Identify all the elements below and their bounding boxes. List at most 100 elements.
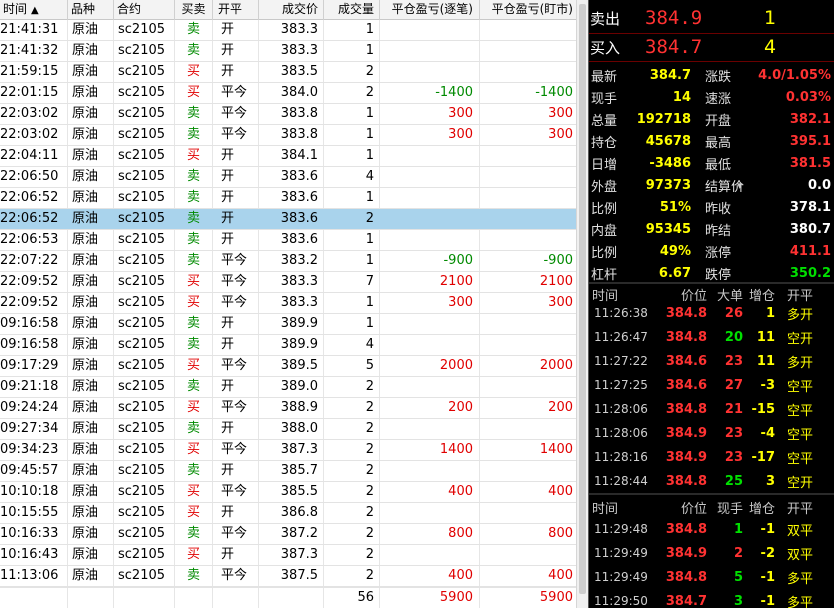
table-row[interactable]: 09:17:29 原油 sc2105 买平今 389.5 5 2000 2000 bbox=[0, 356, 588, 377]
cell-pnl-trade bbox=[380, 545, 480, 565]
ticks_small-row: 11:29:49 384.8 5 -1 多平 bbox=[589, 565, 834, 589]
cell-pnl-mark: 2000 bbox=[480, 356, 580, 376]
cell-pnl-trade bbox=[380, 461, 480, 481]
cell-contract: sc2105 bbox=[114, 356, 175, 376]
ticks_big-cell-p: 384.8 bbox=[665, 305, 707, 321]
cell-offset: 平今 bbox=[213, 104, 259, 124]
cell-volume: 2 bbox=[324, 566, 380, 586]
ticks_big-cell-k: 空平 bbox=[786, 451, 813, 467]
table-row[interactable]: 22:01:15 原油 sc2105 买平今 384.0 2 -1400 -1400 bbox=[0, 83, 588, 104]
cell-pnl-mark: -1400 bbox=[480, 83, 580, 103]
stat-value: 192718 bbox=[636, 111, 691, 127]
cell-time: 22:06:52 bbox=[0, 209, 68, 229]
cell-pnl-mark: 400 bbox=[480, 482, 580, 502]
stat-value: 382.1 bbox=[789, 111, 831, 127]
cell-pnl-trade: 1400 bbox=[380, 440, 480, 460]
ticks_big-cell-k: 空开 bbox=[786, 475, 813, 491]
cell-pnl-mark: 1400 bbox=[480, 440, 580, 460]
cell-volume: 1 bbox=[324, 251, 380, 271]
table-row[interactable]: 21:59:15 原油 sc2105 买开 383.5 2 bbox=[0, 62, 588, 83]
col-price-header[interactable]: 成交价 bbox=[259, 0, 324, 20]
cell-pnl-mark: 200 bbox=[480, 398, 580, 418]
table-row[interactable]: 09:27:34 原油 sc2105 卖开 388.0 2 bbox=[0, 419, 588, 440]
col-pnl-mark-header[interactable]: 平仓盈亏(盯市) bbox=[480, 0, 580, 20]
table-row[interactable]: 09:45:57 原油 sc2105 卖开 385.7 2 bbox=[0, 461, 588, 482]
stat-label: 持仓 bbox=[591, 135, 618, 151]
table-row[interactable]: 22:03:02 原油 sc2105 卖平今 383.8 1 300 300 bbox=[0, 125, 588, 146]
stat-label: 速涨 bbox=[705, 91, 732, 107]
table-row[interactable]: 09:16:58 原油 sc2105 卖开 389.9 4 bbox=[0, 335, 588, 356]
table-row[interactable]: 21:41:31 原油 sc2105 卖开 383.3 1 bbox=[0, 20, 588, 41]
cell-time: 09:16:58 bbox=[0, 335, 68, 355]
cell-pnl-trade: -900 bbox=[380, 251, 480, 271]
ticks_big-cell-z: 3 bbox=[765, 473, 775, 489]
cell-pnl-trade bbox=[380, 146, 480, 166]
cell-time: 10:16:33 bbox=[0, 524, 68, 544]
stat-label: 涨停 bbox=[705, 245, 732, 261]
cell-volume: 2 bbox=[324, 482, 380, 502]
cell-time: 22:06:53 bbox=[0, 230, 68, 250]
table-row[interactable]: 22:09:52 原油 sc2105 买平今 383.3 1 300 300 bbox=[0, 293, 588, 314]
col-product-header[interactable]: 品种 bbox=[68, 0, 114, 20]
cell-offset: 平今 bbox=[213, 272, 259, 292]
table-row[interactable]: 09:21:18 原油 sc2105 卖开 389.0 2 bbox=[0, 377, 588, 398]
cell-volume: 2 bbox=[324, 209, 380, 229]
cell-offset: 开 bbox=[213, 188, 259, 208]
table-row[interactable]: 09:34:23 原油 sc2105 买平今 387.3 2 1400 1400 bbox=[0, 440, 588, 461]
table-row[interactable]: 22:06:52 原油 sc2105 卖开 383.6 2 bbox=[0, 209, 588, 230]
cell-contract: sc2105 bbox=[114, 83, 175, 103]
settle-price-dropdown-icon[interactable]: ▾ bbox=[737, 179, 751, 192]
cell-pnl-mark bbox=[480, 503, 580, 523]
ticks_big-row: 11:28:06 384.9 23 -4 空平 bbox=[589, 421, 834, 445]
stat-value: 378.1 bbox=[789, 199, 831, 215]
scrollbar-thumb[interactable] bbox=[579, 4, 586, 594]
col-pnl-trade-header[interactable]: 平仓盈亏(逐笔) bbox=[380, 0, 480, 20]
cell-pnl-trade bbox=[380, 188, 480, 208]
table-row[interactable]: 22:06:52 原油 sc2105 卖开 383.6 1 bbox=[0, 188, 588, 209]
stat-row: 比例 49% 涨停 411.1 bbox=[589, 239, 834, 263]
cell-offset: 开 bbox=[213, 209, 259, 229]
table-row[interactable]: 10:10:18 原油 sc2105 买平今 385.5 2 400 400 bbox=[0, 482, 588, 503]
col-offset-header[interactable]: 开平 bbox=[213, 0, 259, 20]
table-row[interactable]: 09:24:24 原油 sc2105 买平今 388.9 2 200 200 bbox=[0, 398, 588, 419]
vertical-scrollbar[interactable] bbox=[576, 0, 588, 608]
cell-pnl-trade bbox=[380, 377, 480, 397]
cell-pnl-trade bbox=[380, 167, 480, 187]
cell-time: 22:04:11 bbox=[0, 146, 68, 166]
table-row[interactable]: 22:06:50 原油 sc2105 卖开 383.6 4 bbox=[0, 167, 588, 188]
table-row[interactable]: 22:03:02 原油 sc2105 卖平今 383.8 1 300 300 bbox=[0, 104, 588, 125]
table-row[interactable]: 09:16:58 原油 sc2105 卖开 389.9 1 bbox=[0, 314, 588, 335]
cell-side: 买 bbox=[175, 83, 213, 103]
cell-product: 原油 bbox=[68, 41, 114, 61]
col-volume-header[interactable]: 成交量 bbox=[324, 0, 380, 20]
cell-time: 10:15:55 bbox=[0, 503, 68, 523]
cell-time: 09:21:18 bbox=[0, 377, 68, 397]
cell-contract: sc2105 bbox=[114, 419, 175, 439]
cell-time: 09:16:58 bbox=[0, 314, 68, 334]
table-row[interactable]: 21:41:32 原油 sc2105 卖开 383.3 1 bbox=[0, 41, 588, 62]
cell-volume: 2 bbox=[324, 503, 380, 523]
table-row[interactable]: 22:06:53 原油 sc2105 卖开 383.6 1 bbox=[0, 230, 588, 251]
col-contract-header[interactable]: 合约 bbox=[114, 0, 175, 20]
stat-row: 内盘 95345 昨结 380.7 bbox=[589, 217, 834, 241]
cell-side: 卖 bbox=[175, 209, 213, 229]
ticks_big-cell-p: 384.9 bbox=[665, 425, 707, 441]
col-side-header[interactable]: 买卖 bbox=[175, 0, 213, 20]
cell-contract: sc2105 bbox=[114, 482, 175, 502]
ticks_big-cell-p: 384.8 bbox=[665, 401, 707, 417]
table-row[interactable]: 22:04:11 原油 sc2105 买开 384.1 1 bbox=[0, 146, 588, 167]
ticks_small-cell-t: 11:29:48 bbox=[594, 522, 648, 536]
ticks_small-row: 11:29:49 384.9 2 -2 双平 bbox=[589, 541, 834, 565]
ticks_big-cell-t: 11:27:22 bbox=[594, 354, 648, 368]
table-row[interactable]: 10:16:43 原油 sc2105 买开 387.3 2 bbox=[0, 545, 588, 566]
col-time-header[interactable]: 时间 ▲ bbox=[0, 0, 68, 20]
table-row[interactable]: 11:13:06 原油 sc2105 卖平今 387.5 2 400 400 bbox=[0, 566, 588, 587]
stat-value: 45678 bbox=[645, 133, 691, 149]
table-row[interactable]: 10:15:55 原油 sc2105 买开 386.8 2 bbox=[0, 503, 588, 524]
table-row[interactable]: 22:09:52 原油 sc2105 买平今 383.3 7 2100 2100 bbox=[0, 272, 588, 293]
table-row[interactable]: 10:16:33 原油 sc2105 卖平今 387.2 2 800 800 bbox=[0, 524, 588, 545]
cell-pnl-mark: 400 bbox=[480, 566, 580, 586]
table-row[interactable]: 22:07:22 原油 sc2105 卖平今 383.2 1 -900 -900 bbox=[0, 251, 588, 272]
cell-offset: 开 bbox=[213, 314, 259, 334]
bid-volume: 4 bbox=[763, 36, 777, 58]
